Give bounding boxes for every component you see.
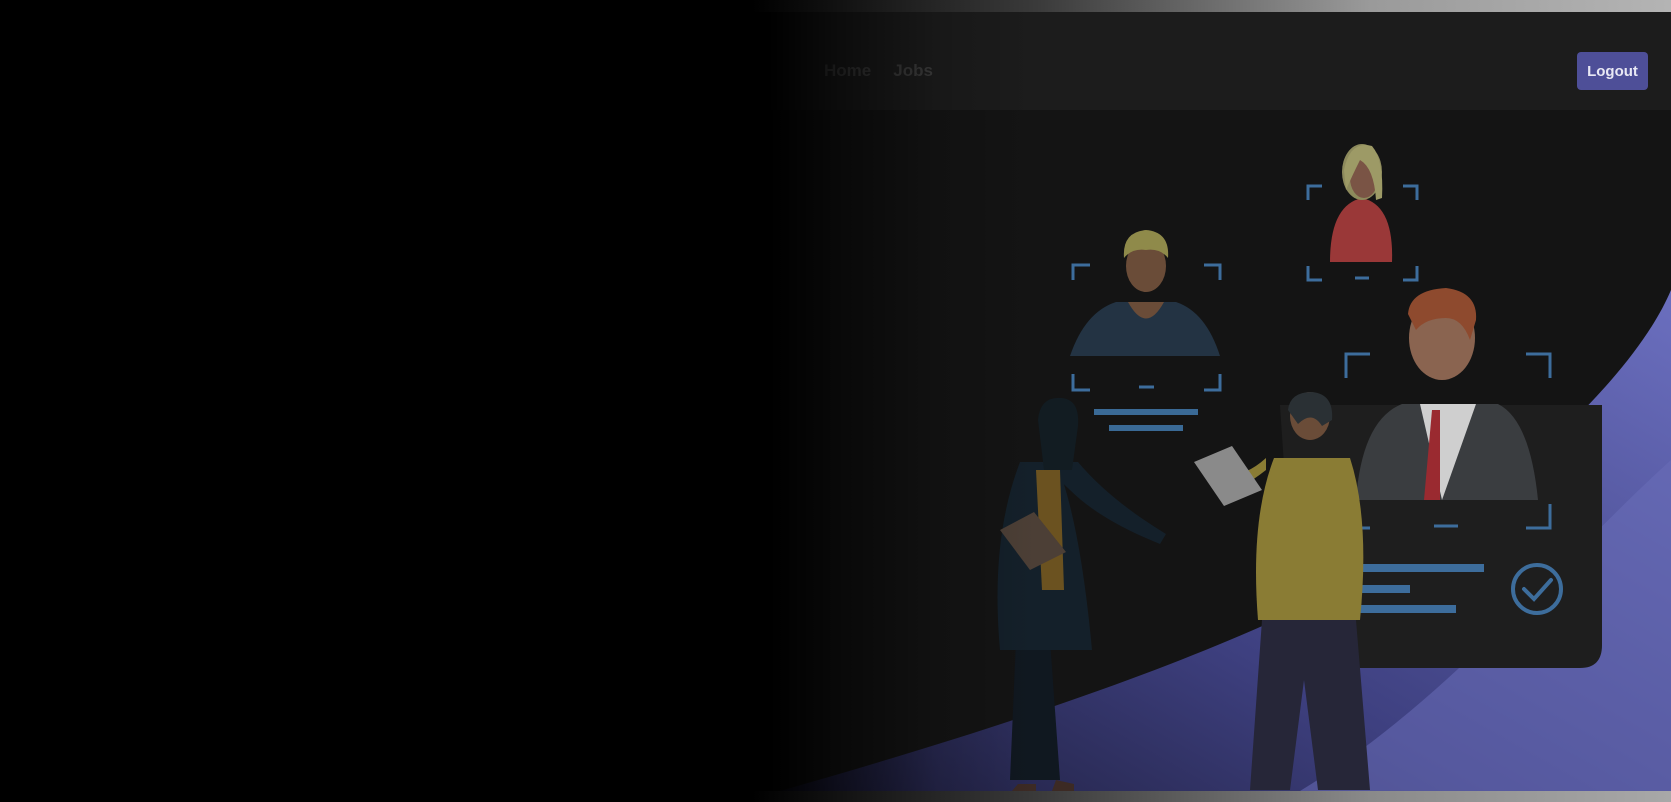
- nav-link-home[interactable]: Home: [824, 61, 871, 81]
- text-line: [1346, 564, 1484, 572]
- navbar: Home Jobs Logout: [0, 12, 1671, 110]
- bottom-gradient-strip: [0, 791, 1671, 802]
- page: Home Jobs Logout: [0, 0, 1671, 802]
- nav-link-jobs[interactable]: Jobs: [893, 61, 933, 81]
- logout-button[interactable]: Logout: [1577, 52, 1648, 90]
- nav-links: Home Jobs: [824, 61, 933, 81]
- text-line: [1094, 409, 1198, 415]
- text-line: [1109, 425, 1183, 431]
- text-line: [1346, 605, 1456, 613]
- hero-illustration: [0, 110, 1671, 791]
- top-gradient-strip: [0, 0, 1671, 12]
